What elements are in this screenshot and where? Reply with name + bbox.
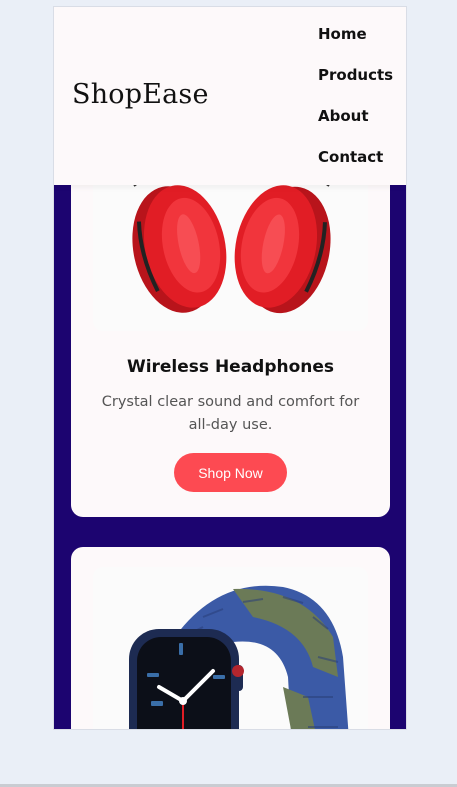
site-header: ShopEase Home Products About Contact <box>54 7 406 185</box>
nav-products-link[interactable]: Products <box>318 66 393 107</box>
smartwatch-icon <box>129 585 349 729</box>
nav-home-link[interactable]: Home <box>318 25 393 66</box>
product-image <box>93 567 368 729</box>
product-title: Wireless Headphones <box>126 357 335 377</box>
brand-logo[interactable]: ShopEase <box>72 79 209 110</box>
mobile-viewport[interactable]: Wireless Headphones Crystal clear sound … <box>54 7 406 729</box>
main-nav: Home Products About Contact <box>318 25 393 189</box>
nav-about-link[interactable]: About <box>318 107 393 148</box>
product-description: Crystal clear sound and comfort for all-… <box>101 394 360 433</box>
nav-contact-link[interactable]: Contact <box>318 148 393 189</box>
product-card <box>71 547 390 729</box>
shop-now-button[interactable]: Shop Now <box>174 453 287 492</box>
